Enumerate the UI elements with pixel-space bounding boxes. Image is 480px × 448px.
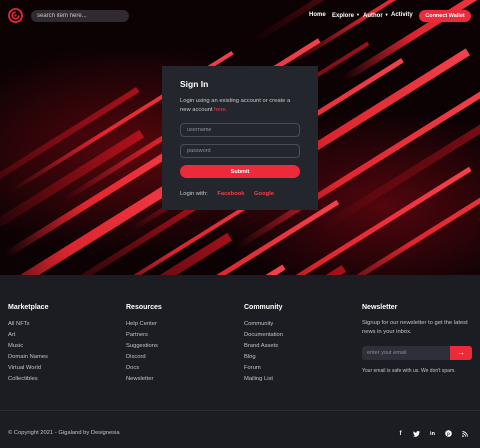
facebook-icon[interactable]: f (396, 429, 405, 438)
footer-marketplace-title: Marketplace (8, 304, 49, 311)
nav-author[interactable]: Author ▼ (363, 12, 389, 19)
footer-link[interactable]: Mailing List (244, 374, 283, 385)
connect-wallet-button[interactable]: Connect Wallet (419, 10, 471, 22)
rss-icon[interactable] (460, 429, 469, 438)
login-with-label: Login with: (180, 191, 208, 197)
logo-icon[interactable] (8, 8, 23, 23)
footer-link[interactable]: Suggestions (126, 341, 162, 352)
create-account-link[interactable]: here. (214, 107, 227, 113)
top-navbar: Home Explore▼ Author▼ Activity Connect W… (0, 0, 480, 32)
footer-newsletter: Newsletter Signup for our newsletter to … (362, 304, 472, 374)
nav-activity[interactable]: Activity (391, 12, 413, 18)
footer-link[interactable]: Collectibles (8, 374, 48, 385)
svg-text:p: p (447, 431, 450, 436)
footer-link[interactable]: Brand Assets (244, 341, 283, 352)
footer-resources-title: Resources (126, 304, 162, 311)
chevron-down-icon: ▼ (356, 12, 360, 17)
nav-explore-label: Explore (332, 13, 355, 19)
arrow-right-icon: → (457, 348, 465, 357)
footer-newsletter-title: Newsletter (362, 304, 398, 311)
footer-link[interactable]: Newsletter (126, 374, 162, 385)
signin-card: Sign In Login using an existing account … (162, 66, 318, 210)
footer-link[interactable]: Partners (126, 330, 162, 341)
footer-link[interactable]: Help Center (126, 319, 162, 330)
footer-marketplace: Marketplace All NFTs Art Music Domain Na… (8, 304, 48, 385)
google-login-link[interactable]: Google (254, 191, 274, 197)
footer-link[interactable]: Documentation (244, 330, 283, 341)
username-field[interactable] (180, 123, 300, 137)
footer-link[interactable]: All NFTs (8, 319, 48, 330)
newsletter-note: Your email is safe with us. We don't spa… (362, 368, 456, 374)
nav-home[interactable]: Home (309, 12, 326, 18)
signin-description: Login using an existing account or creat… (180, 97, 300, 114)
footer-link[interactable]: Virtual World (8, 363, 48, 374)
footer-community-title: Community (244, 304, 283, 311)
nav-author-label: Author (363, 13, 383, 19)
footer-link[interactable]: Art (8, 330, 48, 341)
footer-resources: Resources Help Center Partners Suggestio… (126, 304, 162, 385)
newsletter-description: Signup for our newsletter to get the lat… (362, 320, 468, 335)
footer-link[interactable]: Blog (244, 352, 283, 363)
social-login: Login with: Facebook Google (180, 191, 300, 197)
footer: Marketplace All NFTs Art Music Domain Na… (0, 275, 480, 448)
footer-link[interactable]: Discord (126, 352, 162, 363)
newsletter-form: → (362, 346, 472, 360)
facebook-login-link[interactable]: Facebook (217, 191, 244, 197)
signin-desc-text: Login using an existing account or creat… (180, 98, 291, 113)
footer-link[interactable]: Music (8, 341, 48, 352)
copyright-text: © Copyright 2021 - Gigaland by Designesi… (8, 430, 120, 436)
footer-link[interactable]: Docs (126, 363, 162, 374)
newsletter-submit-button[interactable]: → (450, 346, 472, 360)
search-input[interactable] (31, 10, 129, 22)
nav-explore[interactable]: Explore ▼ (332, 12, 360, 19)
password-field[interactable] (180, 144, 300, 158)
chevron-down-icon: ▼ (384, 12, 389, 17)
submit-button[interactable]: Submit (180, 165, 300, 178)
footer-link[interactable]: Community (244, 319, 283, 330)
footer-link[interactable]: Domain Names (8, 352, 48, 363)
footer-link[interactable]: Forum (244, 363, 283, 374)
footer-divider (0, 410, 480, 411)
linkedin-icon[interactable]: in (428, 429, 437, 438)
newsletter-email-input[interactable] (362, 346, 450, 360)
footer-community: Community Community Documentation Brand … (244, 304, 283, 385)
pinterest-icon[interactable]: p (444, 429, 453, 438)
signin-title: Sign In (180, 79, 209, 89)
twitter-icon[interactable] (412, 429, 421, 438)
